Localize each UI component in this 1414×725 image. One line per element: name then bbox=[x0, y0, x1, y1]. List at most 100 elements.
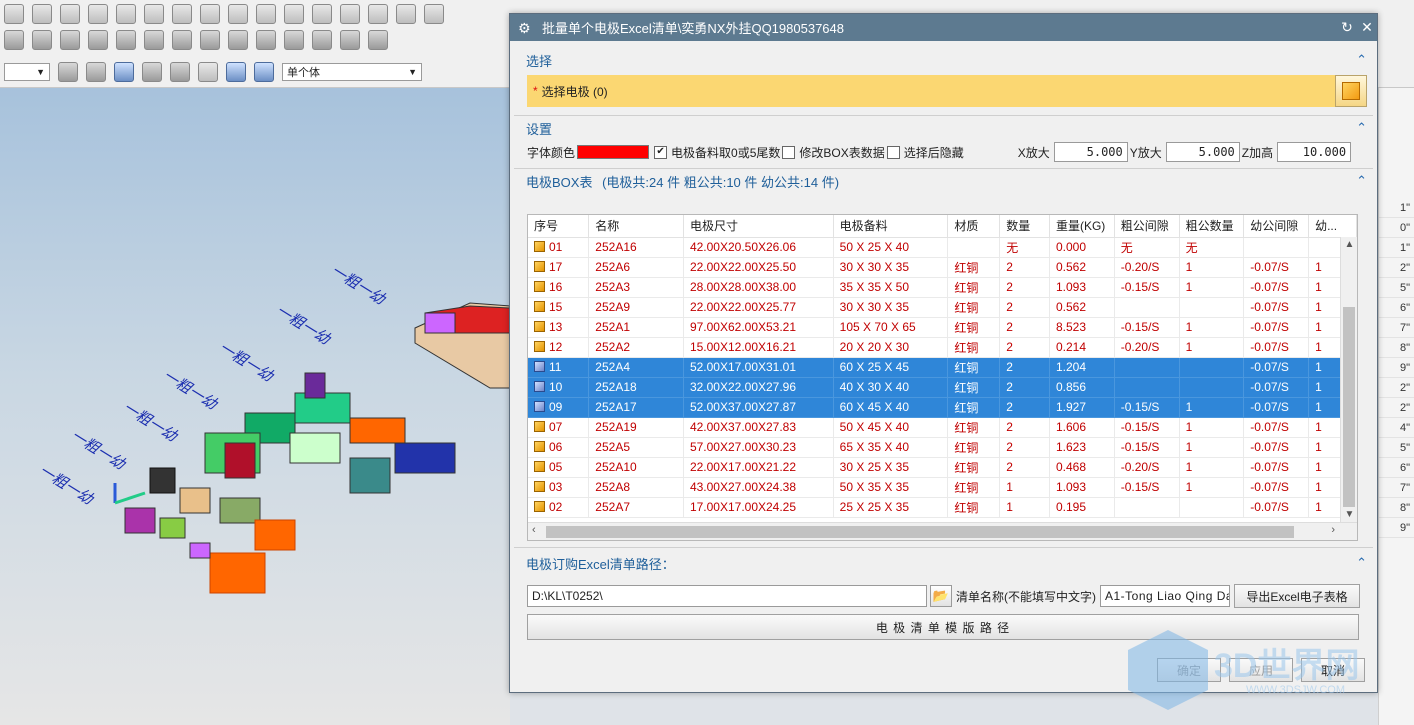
chevron-up-icon[interactable]: ⌃ bbox=[1356, 555, 1367, 571]
select-icon[interactable] bbox=[86, 62, 106, 82]
chevron-up-icon[interactable]: ⌃ bbox=[1356, 173, 1367, 189]
table-row[interactable]: 16 252A3 28.00X28.00X38.00 35 X 35 X 50 红铜 2 1… bbox=[528, 277, 1357, 298]
move-icon[interactable] bbox=[170, 62, 190, 82]
table-row[interactable]: 13 252A1 97.00X62.00X53.21 105 X 70 X 65 红铜 2… bbox=[528, 317, 1357, 338]
toolbar-icon[interactable] bbox=[312, 30, 332, 50]
chevron-up-icon[interactable]: ⌃ bbox=[1356, 52, 1367, 68]
table-row[interactable]: 17 252A6 22.00X22.00X25.50 30 X 30 X 35 红铜 2 0… bbox=[528, 257, 1357, 278]
x-scale-input[interactable]: 5.000 bbox=[1053, 142, 1128, 162]
select-electrode-row[interactable]: * 选择电极 (0) bbox=[527, 75, 1367, 107]
toolbar-icon[interactable] bbox=[284, 30, 304, 50]
section-box-table-header[interactable]: 电极BOX表 (电极共:24 件 粗公共:10 件 幼公共:14 件) ⌃ bbox=[510, 169, 1377, 193]
solid-icon[interactable] bbox=[226, 62, 246, 82]
scroll-right-icon[interactable]: › bbox=[1331, 524, 1335, 536]
toolbar-icon[interactable] bbox=[200, 30, 220, 50]
col-header[interactable]: 重量(KG) bbox=[1049, 215, 1115, 238]
toolbar-icon[interactable] bbox=[284, 4, 304, 24]
graphics-viewport[interactable]: 一粗一幼 一粗一幼 一粗一幼 一粗一幼 一粗一幼 一粗一幼 一粗一幼 bbox=[0, 88, 510, 725]
toolbar-icon[interactable] bbox=[228, 4, 248, 24]
folder-open-icon[interactable]: 📂 bbox=[930, 585, 952, 607]
toolbar-icon[interactable] bbox=[256, 4, 276, 24]
toolbar-icon[interactable] bbox=[88, 4, 108, 24]
table-row[interactable]: 02 252A7 17.00X17.00X24.25 25 X 25 X 35 红铜 1 0… bbox=[528, 497, 1357, 518]
toolbar-icon[interactable] bbox=[4, 30, 24, 50]
table-vertical-scrollbar[interactable]: ▲ ▼ bbox=[1340, 237, 1357, 522]
toolbar-icon[interactable] bbox=[60, 4, 80, 24]
col-header[interactable]: 粗公数量 bbox=[1179, 215, 1245, 238]
toolbar-icon[interactable] bbox=[144, 30, 164, 50]
reset-icon[interactable]: ↻ bbox=[1337, 19, 1357, 36]
col-header[interactable]: 序号 bbox=[528, 215, 590, 238]
toolbar-icon[interactable] bbox=[116, 30, 136, 50]
toolbar-icon[interactable] bbox=[368, 4, 388, 24]
col-header[interactable]: 电极备料 bbox=[833, 215, 949, 238]
table-row[interactable]: 03 252A8 43.00X27.00X24.38 50 X 35 X 35 红铜 1 1… bbox=[528, 477, 1357, 498]
col-header[interactable]: 粗公间隙 bbox=[1114, 215, 1180, 238]
scroll-thumb[interactable] bbox=[546, 526, 1294, 538]
toolbar-icon[interactable] bbox=[172, 4, 192, 24]
toolbar-icon[interactable] bbox=[368, 30, 388, 50]
table-row[interactable]: 06 252A5 57.00X27.00X30.23 65 X 35 X 40 红铜 2 1… bbox=[528, 437, 1357, 458]
toolbar-icon[interactable] bbox=[256, 30, 276, 50]
col-header[interactable]: 数量 bbox=[999, 215, 1050, 238]
export-excel-button[interactable]: 导出Excel电子表格 bbox=[1234, 584, 1360, 608]
toolbar-icon[interactable] bbox=[60, 30, 80, 50]
y-scale-input[interactable]: 5.000 bbox=[1165, 142, 1240, 162]
toolbar-icon[interactable] bbox=[228, 30, 248, 50]
close-icon[interactable]: ✕ bbox=[1357, 19, 1377, 36]
toolbar-icon[interactable] bbox=[32, 30, 52, 50]
table-row[interactable]: 05 252A10 22.00X17.00X21.22 30 X 25 X 35 红铜 2… bbox=[528, 457, 1357, 478]
toolbar-icon[interactable] bbox=[424, 4, 444, 24]
scroll-thumb[interactable] bbox=[1343, 307, 1355, 507]
filter-icon[interactable] bbox=[58, 62, 78, 82]
table-row[interactable]: 09 252A17 52.00X37.00X27.87 60 X 45 X 40 红铜 2… bbox=[528, 397, 1357, 418]
dialog-titlebar[interactable]: ⚙ 批量单个电极Excel清单\奕勇NX外挂QQ1980537648 ↻ ✕ bbox=[510, 14, 1377, 41]
edit-box-table-checkbox[interactable] bbox=[782, 145, 796, 159]
z-height-input[interactable]: 10.000 bbox=[1277, 142, 1352, 162]
scroll-up-icon[interactable]: ▲ bbox=[1341, 239, 1357, 250]
toolbar-icon[interactable] bbox=[172, 30, 192, 50]
scroll-left-icon[interactable]: ‹ bbox=[532, 524, 536, 536]
chevron-up-icon[interactable]: ⌃ bbox=[1356, 120, 1367, 136]
table-row[interactable]: 11 252A4 52.00X17.00X31.01 60 X 25 X 45 红铜 2 1… bbox=[528, 357, 1357, 378]
body-icon[interactable] bbox=[254, 62, 274, 82]
section-select-header[interactable]: 选择 ⌃ bbox=[510, 48, 1377, 72]
table-row[interactable]: 01 252A16 42.00X20.50X26.06 50 X 25 X 40 无 0.… bbox=[528, 237, 1357, 258]
select-body-button[interactable] bbox=[1335, 75, 1367, 107]
electrode-box-table[interactable]: 序号 名称 电极尺寸 电极备料 材质 数量 重量(KG) 粗公间隙 粗公数量 幼… bbox=[527, 214, 1358, 541]
snap-icon[interactable] bbox=[114, 62, 134, 82]
toolbar-icon[interactable] bbox=[4, 4, 24, 24]
section-settings-header[interactable]: 设置 ⌃ bbox=[510, 116, 1377, 140]
font-color-swatch[interactable] bbox=[577, 145, 650, 159]
toolbar-icon[interactable] bbox=[32, 4, 52, 24]
toolbar-icon[interactable] bbox=[88, 30, 108, 50]
table-horizontal-scrollbar[interactable]: ‹ › bbox=[528, 522, 1357, 540]
excel-path-input[interactable]: D:\KL\T0252\ bbox=[527, 585, 927, 607]
col-header[interactable]: 材质 bbox=[947, 215, 1001, 238]
toolbar-icon[interactable] bbox=[144, 4, 164, 24]
col-header[interactable]: 名称 bbox=[588, 215, 684, 238]
hide-after-select-checkbox[interactable] bbox=[886, 145, 900, 159]
point-icon[interactable] bbox=[142, 62, 162, 82]
filter-dropdown[interactable]: ▼ bbox=[4, 63, 50, 81]
table-row[interactable]: 10 252A18 32.00X22.00X27.96 40 X 30 X 40 红铜 2… bbox=[528, 377, 1357, 398]
toolbar-icon[interactable] bbox=[396, 4, 416, 24]
cell-rgap bbox=[1114, 297, 1180, 318]
toolbar-icon[interactable] bbox=[200, 4, 220, 24]
toolbar-icon[interactable] bbox=[116, 4, 136, 24]
table-row[interactable]: 12 252A2 15.00X12.00X16.21 20 X 20 X 30 红铜 2 0… bbox=[528, 337, 1357, 358]
toolbar-icon[interactable] bbox=[312, 4, 332, 24]
section-path-header[interactable]: 电极订购Excel清单路径： ⌃ bbox=[510, 551, 1377, 575]
scroll-down-icon[interactable]: ▼ bbox=[1341, 509, 1357, 520]
list-name-input[interactable]: A1-Tong Liao Qing Dan bbox=[1100, 585, 1230, 607]
table-row[interactable]: 07 252A19 42.00X37.00X27.83 50 X 45 X 40 红铜 2… bbox=[528, 417, 1357, 438]
round-stock-checkbox[interactable]: ✔ bbox=[654, 145, 668, 159]
col-header[interactable]: 幼公间隙 bbox=[1243, 215, 1310, 238]
col-header[interactable]: 幼... bbox=[1308, 215, 1357, 238]
box-select-icon[interactable] bbox=[198, 62, 218, 82]
col-header[interactable]: 电极尺寸 bbox=[683, 215, 834, 238]
toolbar-icon[interactable] bbox=[340, 30, 360, 50]
table-row[interactable]: 15 252A9 22.00X22.00X25.77 30 X 30 X 35 红铜 2 0… bbox=[528, 297, 1357, 318]
solid-type-dropdown[interactable]: 单个体 ▼ bbox=[282, 63, 422, 81]
toolbar-icon[interactable] bbox=[340, 4, 360, 24]
